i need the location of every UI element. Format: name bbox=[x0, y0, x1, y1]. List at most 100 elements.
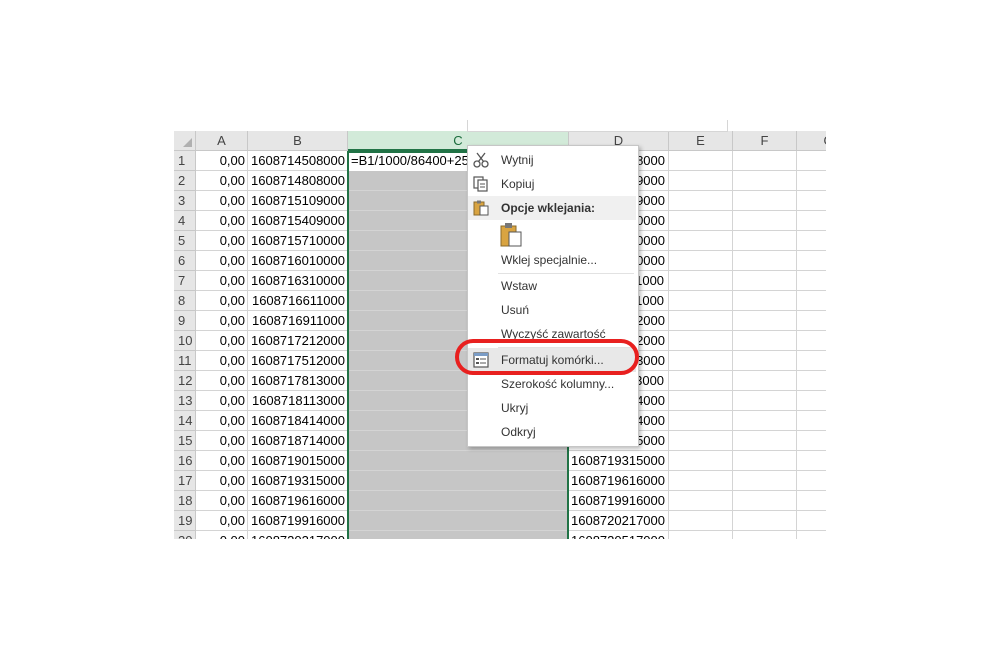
cell-e[interactable] bbox=[669, 331, 733, 351]
column-header-g[interactable]: G bbox=[797, 131, 826, 151]
cell-g[interactable] bbox=[797, 211, 826, 231]
cell-g[interactable] bbox=[797, 331, 826, 351]
cell-e[interactable] bbox=[669, 491, 733, 511]
cell-b[interactable]: 1608718113000 bbox=[248, 391, 348, 411]
cell-f[interactable] bbox=[733, 391, 797, 411]
row-header[interactable]: 19 bbox=[174, 511, 196, 531]
cell-a[interactable]: 0,00 bbox=[196, 211, 248, 231]
cell-e[interactable] bbox=[669, 211, 733, 231]
cell-d[interactable]: 1608719315000 bbox=[569, 451, 669, 471]
cell-f[interactable] bbox=[733, 271, 797, 291]
row-header[interactable]: 14 bbox=[174, 411, 196, 431]
cell-b[interactable]: 1608718414000 bbox=[248, 411, 348, 431]
cell-e[interactable] bbox=[669, 371, 733, 391]
row-header[interactable]: 15 bbox=[174, 431, 196, 451]
cell-f[interactable] bbox=[733, 231, 797, 251]
cell-e[interactable] bbox=[669, 311, 733, 331]
cell-b[interactable]: 1608714808000 bbox=[248, 171, 348, 191]
cell-g[interactable] bbox=[797, 371, 826, 391]
cell-e[interactable] bbox=[669, 391, 733, 411]
menu-item-hide[interactable]: Ukryj bbox=[468, 396, 636, 420]
row-header[interactable]: 10 bbox=[174, 331, 196, 351]
cell-b[interactable]: 1608719616000 bbox=[248, 491, 348, 511]
cell-f[interactable] bbox=[733, 491, 797, 511]
cell-g[interactable] bbox=[797, 291, 826, 311]
cell-b[interactable]: 1608717512000 bbox=[248, 351, 348, 371]
cell-g[interactable] bbox=[797, 511, 826, 531]
cell-b[interactable]: 1608719315000 bbox=[248, 471, 348, 491]
cell-g[interactable] bbox=[797, 391, 826, 411]
cell-e[interactable] bbox=[669, 191, 733, 211]
row-header[interactable]: 1 bbox=[174, 151, 196, 171]
row-header[interactable]: 6 bbox=[174, 251, 196, 271]
column-header-a[interactable]: A bbox=[196, 131, 248, 151]
menu-item-format-cells[interactable]: Formatuj komórki... bbox=[468, 348, 636, 372]
cell-a[interactable]: 0,00 bbox=[196, 311, 248, 331]
cell-g[interactable] bbox=[797, 251, 826, 271]
row-header[interactable]: 7 bbox=[174, 271, 196, 291]
cell-g[interactable] bbox=[797, 171, 826, 191]
cell-b[interactable]: 1608716911000 bbox=[248, 311, 348, 331]
cell-d[interactable]: 1608720517000 bbox=[569, 531, 669, 539]
cell-e[interactable] bbox=[669, 351, 733, 371]
cell-b[interactable]: 1608716010000 bbox=[248, 251, 348, 271]
cell-f[interactable] bbox=[733, 471, 797, 491]
row-header[interactable]: 13 bbox=[174, 391, 196, 411]
row-header[interactable]: 20 bbox=[174, 531, 196, 539]
cell-e[interactable] bbox=[669, 171, 733, 191]
row-header[interactable]: 12 bbox=[174, 371, 196, 391]
cell-a[interactable]: 0,00 bbox=[196, 411, 248, 431]
row-header[interactable]: 18 bbox=[174, 491, 196, 511]
cell-a[interactable]: 0,00 bbox=[196, 191, 248, 211]
cell-a[interactable]: 0,00 bbox=[196, 451, 248, 471]
cell-a[interactable]: 0,00 bbox=[196, 251, 248, 271]
cell-b[interactable]: 1608718714000 bbox=[248, 431, 348, 451]
cell-f[interactable] bbox=[733, 171, 797, 191]
cell-g[interactable] bbox=[797, 531, 826, 539]
cell-f[interactable] bbox=[733, 291, 797, 311]
cell-b[interactable]: 1608716310000 bbox=[248, 271, 348, 291]
cell-a[interactable]: 0,00 bbox=[196, 331, 248, 351]
row-header[interactable]: 11 bbox=[174, 351, 196, 371]
cell-a[interactable]: 0,00 bbox=[196, 391, 248, 411]
menu-item-paste-special[interactable]: Wklej specjalnie... bbox=[468, 248, 636, 272]
row-header[interactable]: 5 bbox=[174, 231, 196, 251]
row-header[interactable]: 4 bbox=[174, 211, 196, 231]
cell-e[interactable] bbox=[669, 471, 733, 491]
cell-a[interactable]: 0,00 bbox=[196, 491, 248, 511]
cell-f[interactable] bbox=[733, 331, 797, 351]
cell-a[interactable]: 0,00 bbox=[196, 271, 248, 291]
cell-a[interactable]: 0,00 bbox=[196, 171, 248, 191]
cell-f[interactable] bbox=[733, 431, 797, 451]
cell-a[interactable]: 0,00 bbox=[196, 531, 248, 539]
cell-d[interactable]: 1608719616000 bbox=[569, 471, 669, 491]
cell-e[interactable] bbox=[669, 231, 733, 251]
menu-item-cut[interactable]: Wytnij bbox=[468, 148, 636, 172]
cell-e[interactable] bbox=[669, 511, 733, 531]
cell-g[interactable] bbox=[797, 351, 826, 371]
column-header-b[interactable]: B bbox=[248, 131, 348, 151]
paste-button-icon[interactable] bbox=[498, 222, 524, 248]
menu-item-column-width[interactable]: Szerokość kolumny... bbox=[468, 372, 636, 396]
row-header[interactable]: 3 bbox=[174, 191, 196, 211]
cell-b[interactable]: 1608717813000 bbox=[248, 371, 348, 391]
row-header[interactable]: 17 bbox=[174, 471, 196, 491]
cell-b[interactable]: 1608714508000 bbox=[248, 151, 348, 171]
cell-g[interactable] bbox=[797, 491, 826, 511]
cell-f[interactable] bbox=[733, 531, 797, 539]
row-header[interactable]: 8 bbox=[174, 291, 196, 311]
cell-c[interactable] bbox=[348, 451, 569, 471]
cell-f[interactable] bbox=[733, 411, 797, 431]
cell-e[interactable] bbox=[669, 431, 733, 451]
cell-f[interactable] bbox=[733, 151, 797, 171]
menu-item-insert[interactable]: Wstaw bbox=[468, 274, 636, 298]
cell-a[interactable]: 0,00 bbox=[196, 511, 248, 531]
cell-g[interactable] bbox=[797, 191, 826, 211]
cell-g[interactable] bbox=[797, 311, 826, 331]
cell-c[interactable] bbox=[348, 491, 569, 511]
column-header-f[interactable]: F bbox=[733, 131, 797, 151]
cell-c[interactable] bbox=[348, 531, 569, 539]
cell-e[interactable] bbox=[669, 451, 733, 471]
cell-d[interactable]: 1608720217000 bbox=[569, 511, 669, 531]
row-header[interactable]: 9 bbox=[174, 311, 196, 331]
